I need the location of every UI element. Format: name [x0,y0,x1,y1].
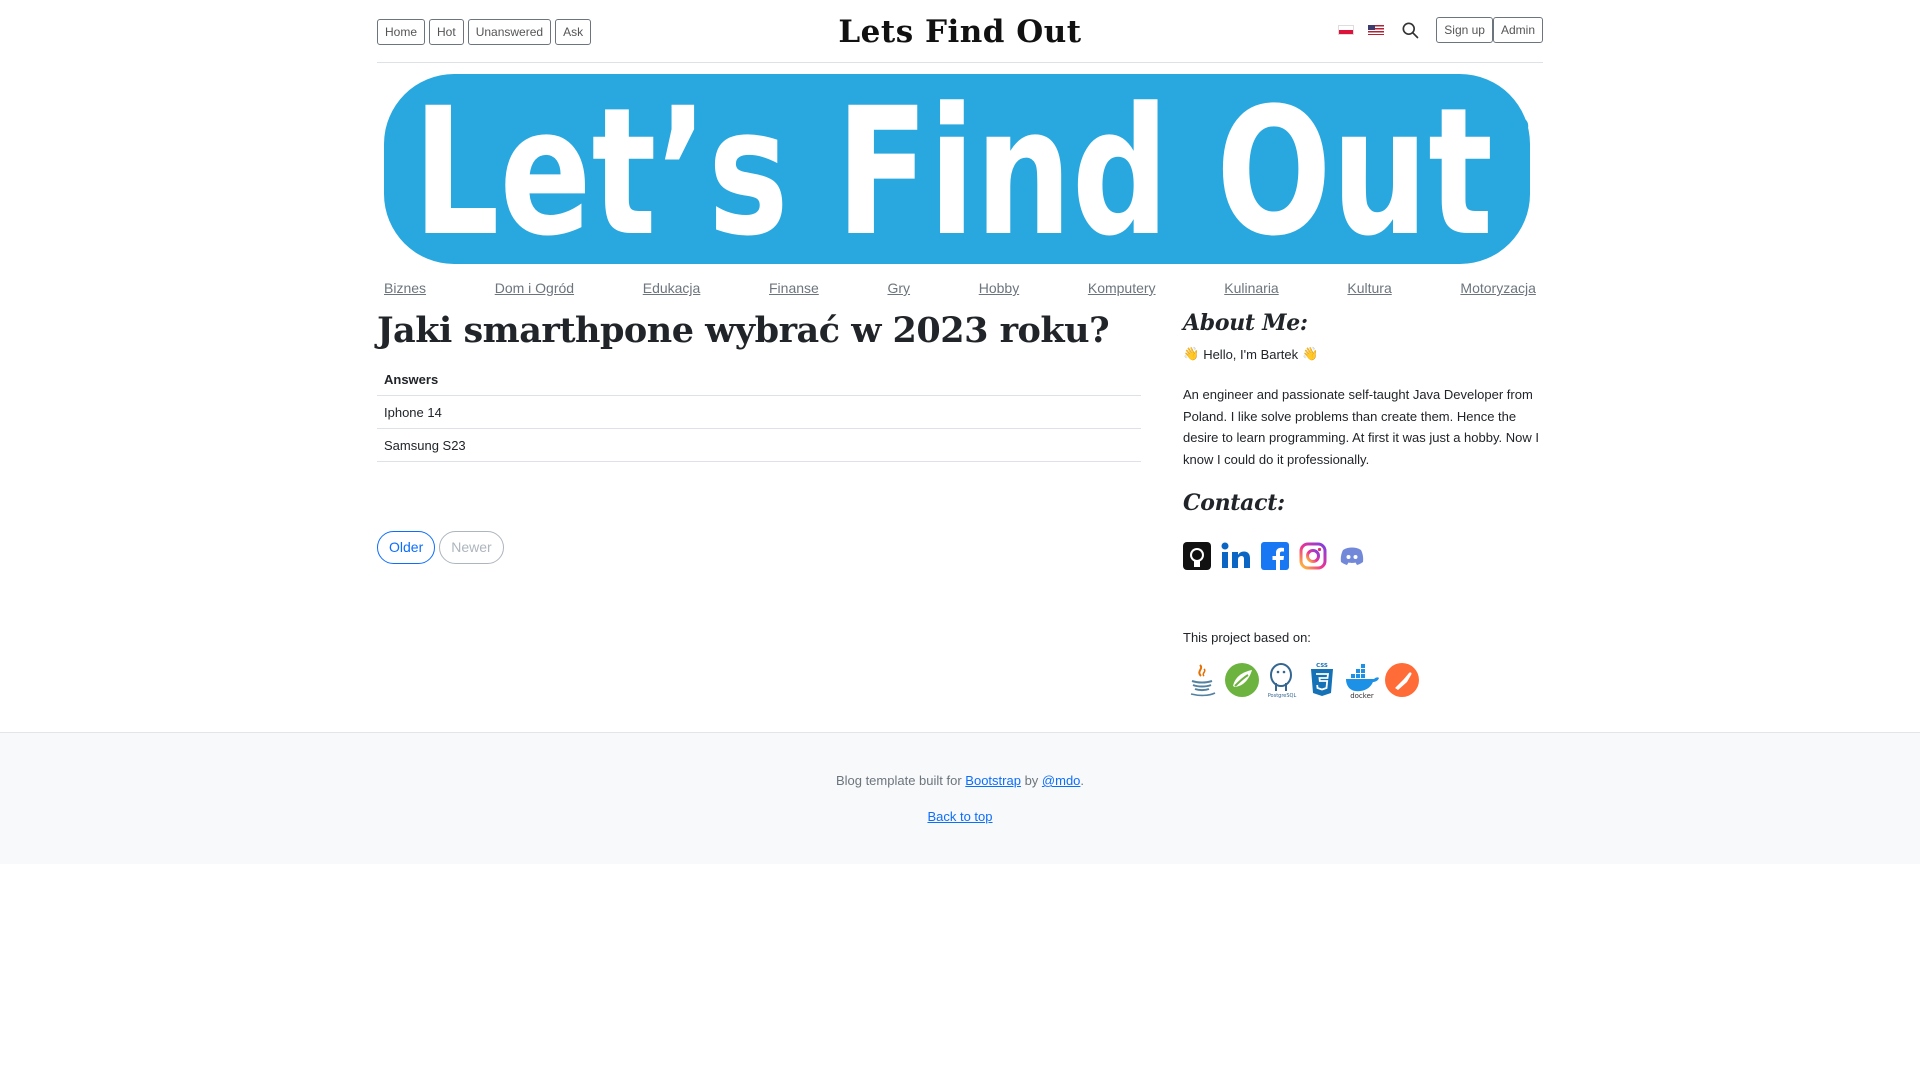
answers-header: Answers [377,362,1141,396]
footer-text: Blog template built for [835,773,966,788]
contact-heading: Contact: [1183,490,1285,516]
based-on-text: This project based on: [1183,630,1311,645]
tech-stack: PostgreSQL CSS docker [1183,661,1548,699]
mdo-link[interactable]: @mdo [1042,773,1081,788]
category-dom-i-ogrod[interactable]: Dom i Ogród [495,280,574,296]
category-edukacja[interactable]: Edukacja [643,280,701,296]
back-to-top-link[interactable]: Back to top [927,809,992,824]
hello-line: 👋 Hello, I'm Bartek 👋 [1183,346,1548,362]
category-komputery[interactable]: Komputery [1088,280,1156,296]
header-tools: Sign up Admin [1338,17,1543,43]
auth-buttons: Sign up Admin [1436,17,1543,43]
docker-icon: docker [1346,664,1379,699]
svg-text:CSS: CSS [1316,663,1328,669]
waving-hand-icon: 👋 [1302,346,1319,361]
newer-button[interactable]: Newer [439,531,504,564]
category-hobby[interactable]: Hobby [979,280,1019,296]
us-flag-icon[interactable] [1368,25,1385,35]
answers-table: Answers Iphone 14 Samsung S23 [377,362,1141,462]
category-kulinaria[interactable]: Kulinaria [1224,280,1278,296]
java-icon [1190,664,1216,697]
sidebar: About Me: 👋 Hello, I'm Bartek 👋 An engin… [1183,310,1548,699]
category-nav: Biznes Dom i Ogród Edukacja Finanse Gry … [377,280,1543,296]
header: Home Hot Unanswered Ask Lets Find Out Si… [377,14,1543,63]
linkedin-icon[interactable] [1221,542,1251,570]
sign-up-button[interactable]: Sign up [1436,17,1493,43]
category-finanse[interactable]: Finanse [769,280,819,296]
admin-button[interactable]: Admin [1492,17,1543,43]
search-icon[interactable] [1400,20,1420,40]
footer-text: by [1020,773,1042,788]
table-row: Iphone 14 [377,395,1141,429]
about-heading: About Me: [1183,310,1308,336]
answer-cell: Samsung S23 [377,428,1141,462]
social-links [1183,542,1548,570]
category-gry[interactable]: Gry [887,280,910,296]
older-button[interactable]: Older [377,531,436,564]
postgresql-icon: PostgreSQL [1268,663,1297,699]
css3-icon: CSS [1311,663,1333,696]
footer-credit: Blog template built for Bootstrap by @md… [0,773,1920,788]
facebook-icon[interactable] [1261,542,1289,570]
polish-flag-icon[interactable] [1338,25,1355,35]
github-icon[interactable] [1183,542,1211,570]
instagram-icon[interactable] [1299,542,1327,570]
logo-text: Let’s Find Out [413,70,1493,268]
discord-icon[interactable] [1337,542,1367,570]
svg-text:R: R [1515,121,1524,134]
svg-text:PostgreSQL: PostgreSQL [1268,693,1297,699]
answer-cell: Iphone 14 [377,395,1141,429]
pagination: Older Newer [377,531,504,564]
question-title: Jaki smarthpone wybrać w 2023 roku? [377,310,1110,351]
bootstrap-link[interactable]: Bootstrap [965,773,1021,788]
hello-text: Hello, I'm Bartek [1203,346,1299,362]
page: Home Hot Unanswered Ask Lets Find Out Si… [0,0,1920,1080]
footer: Blog template built for Bootstrap by @md… [0,732,1920,864]
category-biznes[interactable]: Biznes [384,280,426,296]
waving-hand-icon: 👋 [1183,346,1200,361]
svg-text:docker: docker [1350,692,1374,699]
spring-icon [1225,663,1259,697]
site-title[interactable]: Lets Find Out [838,14,1081,50]
postman-icon [1385,663,1419,697]
category-kultura[interactable]: Kultura [1347,280,1391,296]
category-motoryzacja[interactable]: Motoryzacja [1460,280,1535,296]
about-text: An engineer and passionate self-taught J… [1183,387,1539,467]
table-row: Samsung S23 [377,428,1141,462]
lets-find-out-logo: Let’s Find Out R [384,70,1530,268]
footer-text: . [1080,773,1085,788]
